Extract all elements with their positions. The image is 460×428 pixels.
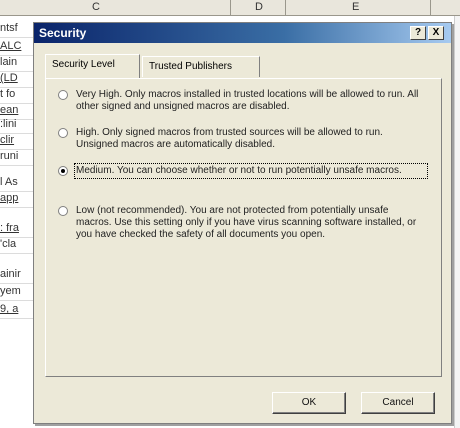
tab-trusted-publishers-label: Trusted Publishers: [149, 61, 232, 72]
cell-fragment[interactable]: runi: [0, 150, 34, 162]
radio-high[interactable]: [58, 128, 68, 138]
cell-fragment[interactable]: yem: [0, 285, 34, 297]
option-low-label: Low (not recommended). You are not prote…: [76, 205, 417, 240]
cell-fragment[interactable]: lain: [0, 56, 34, 68]
dialog-title: Security: [39, 26, 87, 40]
option-very-high-label: Very High. Only macros installed in trus…: [76, 89, 419, 112]
ok-button[interactable]: OK: [272, 392, 346, 414]
radio-low[interactable]: [58, 206, 68, 216]
column-divider: [230, 0, 231, 16]
dialog-titlebar[interactable]: Security ? X: [34, 23, 451, 43]
option-medium-label: Medium. You can choose whether or not to…: [74, 163, 428, 179]
cell-fragment[interactable]: (LD: [0, 72, 34, 84]
column-header-d[interactable]: D: [255, 1, 263, 13]
cell-fragment[interactable]: t fo: [0, 88, 34, 100]
cell-fragment[interactable]: clir: [0, 134, 34, 146]
tab-security-level[interactable]: Security Level: [45, 54, 140, 78]
radio-very-high[interactable]: [58, 90, 68, 100]
option-high-label: High. Only signed macros from trusted so…: [76, 127, 383, 150]
help-button[interactable]: ?: [410, 26, 426, 40]
cell-fragment[interactable]: ainir: [0, 268, 34, 280]
tab-trusted-publishers[interactable]: Trusted Publishers: [142, 56, 260, 77]
cell-fragment[interactable]: l As: [0, 176, 34, 188]
close-button[interactable]: X: [428, 26, 444, 40]
cancel-button[interactable]: Cancel: [361, 392, 435, 414]
tab-security-level-label: Security Level: [52, 59, 115, 70]
sheet-edge: [454, 16, 460, 428]
cell-fragment[interactable]: ean: [0, 104, 34, 116]
cell-fragment[interactable]: 'cla: [0, 238, 34, 250]
radio-medium[interactable]: [58, 166, 68, 176]
column-header-e[interactable]: E: [352, 1, 359, 13]
cell-fragment[interactable]: ALC: [0, 40, 34, 52]
cell-fragment[interactable]: : fra: [0, 222, 34, 234]
column-divider: [430, 0, 431, 16]
cell-fragment[interactable]: ntsf: [0, 22, 34, 34]
column-divider: [285, 0, 286, 16]
cell-fragment[interactable]: 9, a: [0, 303, 34, 315]
security-level-panel: Very High. Only macros installed in trus…: [45, 78, 442, 377]
security-dialog: Security ? X Security Level Trusted Publ…: [33, 22, 452, 424]
cell-fragment[interactable]: app: [0, 192, 34, 204]
cell-fragment[interactable]: :lini: [0, 118, 34, 130]
column-header-c[interactable]: C: [92, 1, 100, 13]
column-header-bar: C D E: [0, 0, 460, 16]
